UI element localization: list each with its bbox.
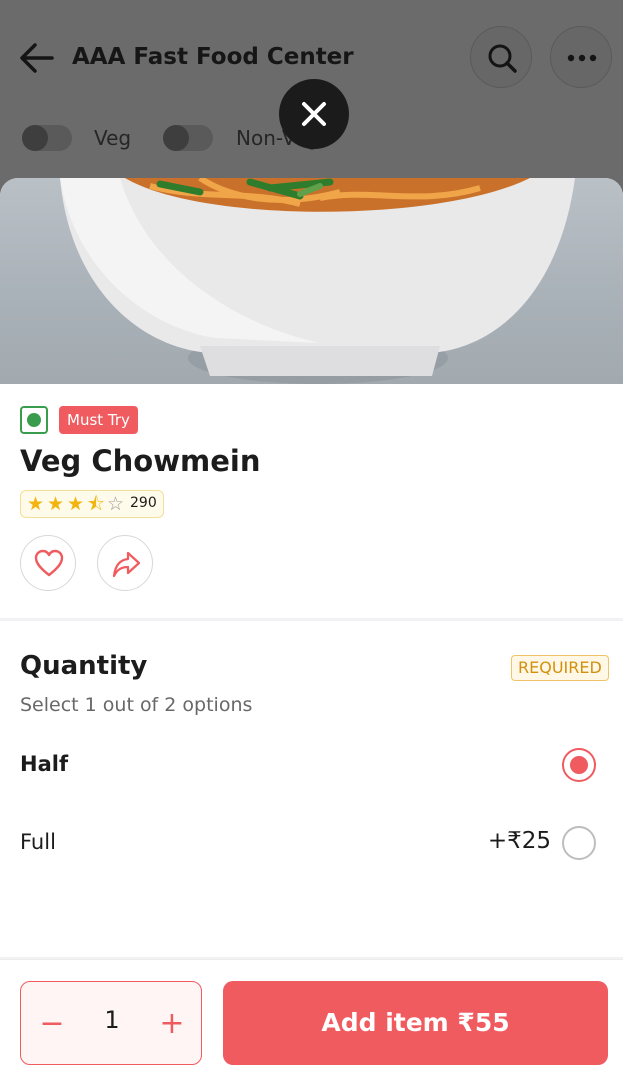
- dish-image: [0, 178, 623, 384]
- quantity-subtitle: Select 1 out of 2 options: [20, 694, 253, 716]
- option-price: +₹25: [487, 828, 551, 854]
- item-detail-sheet: Must Try Veg Chowmein ★ ★ ★ ⯪ ☆ 290 Quan…: [0, 178, 623, 1079]
- option-full[interactable]: Full +₹25: [0, 814, 623, 874]
- star-icon: ★: [67, 493, 85, 515]
- close-button[interactable]: [279, 79, 349, 149]
- veg-indicator-icon: [20, 406, 48, 434]
- quantity-section: Quantity REQUIRED Select 1 out of 2 opti…: [0, 621, 623, 957]
- veg-filter-label: Veg: [94, 126, 132, 150]
- empty-star-icon: ☆: [107, 493, 125, 515]
- add-item-button[interactable]: Add item ₹55: [223, 981, 608, 1065]
- share-icon: [112, 551, 141, 578]
- radio-selected[interactable]: [562, 748, 596, 782]
- more-options-button[interactable]: [550, 26, 612, 88]
- star-icon: ★: [27, 493, 45, 515]
- radio-unselected[interactable]: [562, 826, 596, 860]
- restaurant-title: AAA Fast Food Center: [72, 44, 354, 70]
- increment-button[interactable]: +: [152, 1004, 192, 1044]
- search-icon: [488, 44, 517, 73]
- close-icon: [302, 102, 326, 126]
- more-icon: [567, 54, 597, 62]
- nonveg-toggle[interactable]: [163, 125, 213, 151]
- favorite-button[interactable]: [20, 535, 76, 591]
- option-half[interactable]: Half: [0, 736, 623, 796]
- veg-toggle[interactable]: [22, 125, 72, 151]
- rating-count: 290: [130, 495, 157, 511]
- rating-badge: ★ ★ ★ ⯪ ☆ 290: [20, 490, 164, 518]
- option-label: Full: [20, 830, 56, 854]
- decrement-button[interactable]: −: [32, 1004, 72, 1044]
- required-badge: REQUIRED: [511, 655, 609, 681]
- dish-name: Veg Chowmein: [20, 444, 261, 478]
- option-label: Half: [20, 752, 69, 776]
- must-try-badge: Must Try: [59, 406, 138, 434]
- quantity-stepper: − 1 +: [20, 981, 202, 1065]
- half-star-icon: ⯪: [87, 493, 105, 515]
- quantity-value: 1: [104, 1006, 120, 1034]
- search-button[interactable]: [470, 26, 532, 88]
- footer-bar: − 1 + Add item ₹55: [0, 959, 623, 1079]
- heart-icon: [34, 549, 64, 577]
- dish-info: Must Try Veg Chowmein ★ ★ ★ ⯪ ☆ 290: [0, 384, 623, 618]
- star-icon: ★: [47, 493, 65, 515]
- share-button[interactable]: [97, 535, 153, 591]
- back-arrow-icon[interactable]: [18, 40, 56, 76]
- quantity-title: Quantity: [20, 651, 148, 681]
